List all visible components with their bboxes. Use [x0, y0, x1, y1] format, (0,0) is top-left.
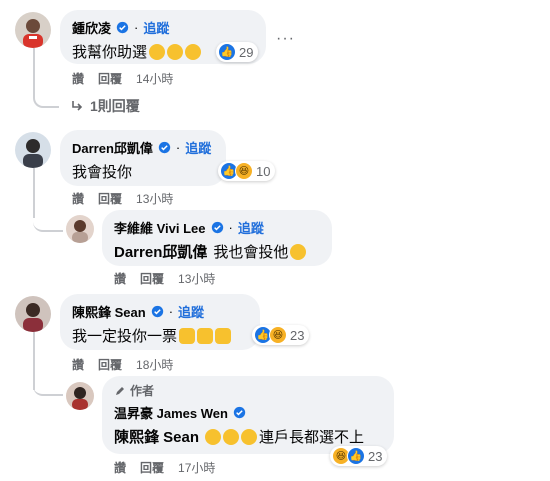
comment-time[interactable]: 17小時	[178, 459, 215, 476]
reaction-summary[interactable]: 👍 29	[216, 42, 259, 62]
separator-dot: ·	[134, 20, 139, 35]
reply-arrow-icon	[72, 101, 83, 111]
reaction-summary[interactable]: 👍 😆 10	[218, 161, 276, 181]
more-options-icon[interactable]: ···	[276, 30, 295, 48]
author-badge-label: 作者	[130, 384, 155, 398]
comment-text: 我會投你	[72, 164, 133, 181]
verified-badge-icon	[211, 221, 223, 234]
like-button[interactable]: 讚	[114, 459, 126, 476]
comment-time[interactable]: 14小時	[136, 70, 173, 87]
haha-reaction-icon: 😆	[235, 162, 253, 180]
mentioned-user-tag[interactable]: 陳熙鋒 Sean	[114, 426, 199, 447]
comment-bubble: 李維維 Vivi Lee · 追蹤 Darren邱凱偉 我也會投他	[102, 210, 332, 266]
verified-badge-icon	[158, 141, 171, 154]
separator-dot: ·	[168, 304, 174, 319]
avatar[interactable]	[15, 12, 51, 48]
reaction-count: 29	[239, 44, 254, 60]
flexed-biceps-emoji-icon	[179, 327, 196, 344]
comment-actions: 讚 回覆 18小時	[72, 356, 173, 373]
reaction-count: 23	[368, 448, 383, 464]
verified-badge-icon	[233, 406, 246, 419]
commenter-name[interactable]: 陳熙鋒 Sean	[72, 302, 146, 321]
reply-button[interactable]: 回覆	[98, 190, 122, 207]
commenter-name[interactable]: 温昇豪 James Wen	[114, 403, 228, 422]
comment-actions: 讚 回覆 13小時	[114, 270, 215, 287]
party-face-emoji-icon	[167, 43, 184, 60]
flexed-biceps-emoji-icon	[215, 327, 232, 344]
comment-bubble: 陳熙鋒 Sean · 追蹤 我一定投你一票	[60, 294, 260, 350]
avatar[interactable]	[66, 382, 94, 410]
avatar[interactable]	[66, 215, 94, 243]
comment-bubble: Darren邱凱偉 · 追蹤 我會投你	[60, 130, 226, 186]
upside-down-face-emoji-icon	[241, 428, 258, 445]
follow-button[interactable]: 追蹤	[238, 218, 264, 237]
view-replies-link[interactable]: 1則回覆	[70, 96, 140, 116]
upside-down-face-emoji-icon	[205, 428, 222, 445]
mentioned-user-tag[interactable]: Darren邱凱偉	[114, 241, 207, 262]
thread-line	[33, 48, 59, 108]
separator-dot: ·	[228, 220, 233, 235]
separator-dot: ·	[175, 140, 181, 155]
reaction-count: 10	[256, 163, 271, 179]
upside-down-face-emoji-icon	[223, 428, 240, 445]
like-reaction-icon: 👍	[218, 43, 236, 61]
commenter-name[interactable]: 鍾欣凌	[72, 18, 111, 37]
verified-badge-icon	[151, 305, 163, 318]
comment-time[interactable]: 13小時	[178, 270, 215, 287]
pencil-icon	[116, 386, 124, 395]
thread-line	[33, 200, 63, 232]
reply-button[interactable]: 回覆	[98, 356, 122, 373]
author-badge: 作者	[114, 382, 382, 399]
reaction-summary[interactable]: 👍 😆 23	[252, 325, 310, 345]
reply-button[interactable]: 回覆	[98, 70, 122, 87]
haha-reaction-icon: 😆	[269, 326, 287, 344]
comment-time[interactable]: 13小時	[136, 190, 173, 207]
follow-button[interactable]: 追蹤	[178, 302, 204, 321]
flexed-biceps-emoji-icon	[197, 327, 214, 344]
party-face-emoji-icon	[149, 43, 166, 60]
replies-count-label: 1則回覆	[90, 98, 140, 114]
like-button[interactable]: 讚	[114, 270, 126, 287]
party-face-emoji-icon	[185, 43, 202, 60]
reply-button[interactable]: 回覆	[140, 270, 164, 287]
comment-text: 連戶長都選不上	[259, 429, 365, 446]
like-button[interactable]: 讚	[72, 70, 84, 87]
follow-button[interactable]: 追蹤	[143, 18, 169, 37]
comment-actions: 讚 回覆 17小時	[114, 459, 215, 476]
comment-text: 我也會投他	[213, 244, 289, 261]
comment-text: 我幫你助選	[72, 44, 148, 61]
reply-button[interactable]: 回覆	[140, 459, 164, 476]
like-reaction-icon: 👍	[347, 447, 365, 465]
follow-button[interactable]: 追蹤	[185, 138, 211, 157]
like-button[interactable]: 讚	[72, 356, 84, 373]
avatar[interactable]	[15, 296, 51, 332]
comment-actions: 讚 回覆 13小時	[72, 190, 173, 207]
avatar[interactable]	[15, 132, 51, 168]
comment-time[interactable]: 18小時	[136, 356, 173, 373]
reaction-count: 23	[290, 327, 305, 343]
laughing-emoji-icon	[290, 243, 307, 260]
commenter-name[interactable]: Darren邱凱偉	[72, 138, 153, 157]
comment-actions: 讚 回覆 14小時	[72, 70, 173, 87]
like-button[interactable]: 讚	[72, 190, 84, 207]
comment-text: 我一定投你一票	[72, 328, 178, 345]
verified-badge-icon	[116, 21, 129, 34]
thread-line	[33, 360, 63, 396]
commenter-name[interactable]: 李維維 Vivi Lee	[114, 218, 206, 237]
comment-bubble: 作者 温昇豪 James Wen 陳熙鋒 Sean 連戶長都選不上	[102, 376, 394, 454]
reaction-summary[interactable]: 😆 👍 23	[330, 446, 388, 466]
